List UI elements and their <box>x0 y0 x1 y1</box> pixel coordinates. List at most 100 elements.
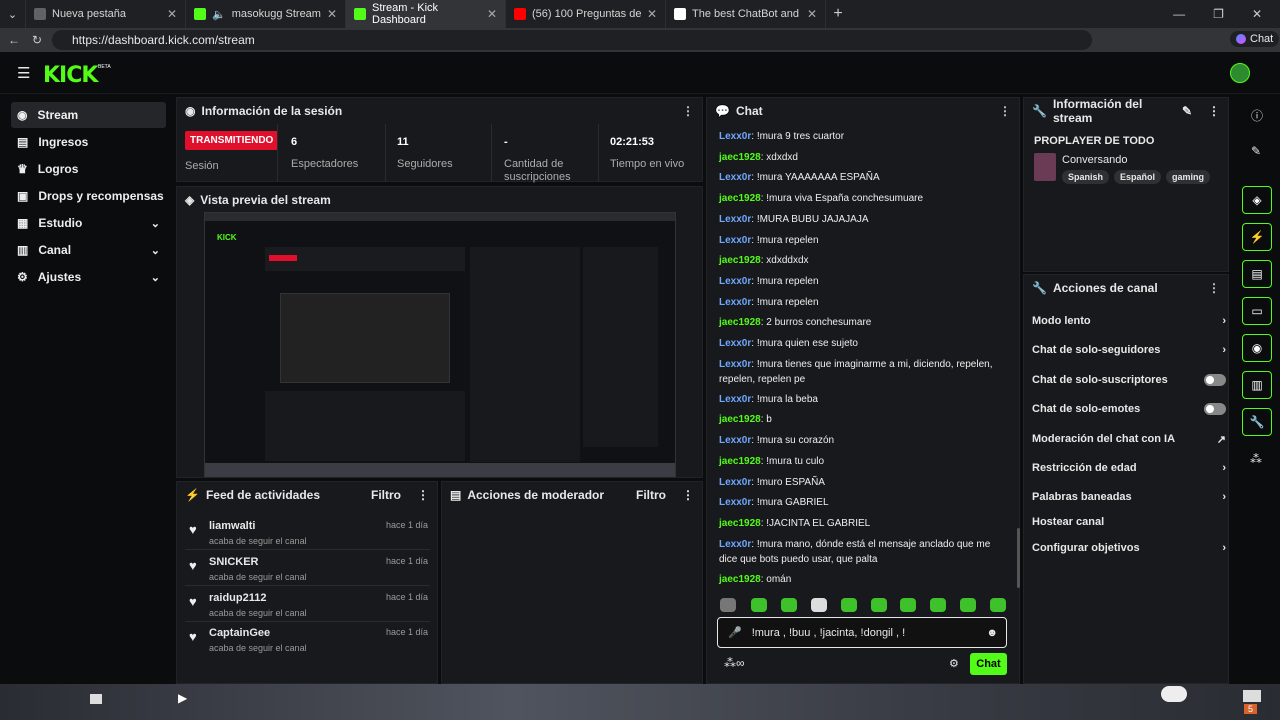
stream-category[interactable]: Conversando <box>1062 154 1127 166</box>
stream-tag[interactable]: gaming <box>1166 170 1211 184</box>
mute-icon[interactable]: 🔈 <box>212 8 226 21</box>
more-options-icon[interactable]: ⋮ <box>682 488 694 502</box>
more-options-icon[interactable]: ⋮ <box>1208 281 1220 295</box>
close-window-icon[interactable]: ✕ <box>1252 7 1262 21</box>
feed-user[interactable]: SNICKER <box>209 556 259 568</box>
action-host-channel[interactable]: Hostear canal <box>1032 511 1226 533</box>
action-banned-words[interactable]: Palabras baneadas › <box>1032 486 1226 508</box>
sidebar-item-drops[interactable]: ▣ Drops y recompensas <box>11 183 166 209</box>
new-tab-icon[interactable]: + <box>826 5 850 23</box>
close-tab-icon[interactable]: ✕ <box>167 7 177 21</box>
tools-widget-button[interactable]: 🔧 <box>1242 408 1272 436</box>
chat-username[interactable]: jaec1928 <box>719 152 761 163</box>
chat-username[interactable]: Lexx0r <box>719 497 751 508</box>
sidebar-item-ajustes[interactable]: ⚙ Ajustes ⌄ <box>11 264 166 290</box>
action-age-restriction[interactable]: Restricción de edad › <box>1032 457 1226 479</box>
emote-icon[interactable] <box>781 598 797 612</box>
back-icon[interactable]: ← <box>8 33 20 47</box>
mod-filter-button[interactable]: Filtro <box>636 488 666 502</box>
action-configure-goals[interactable]: Configurar objetivos › <box>1032 537 1226 559</box>
chat-username[interactable]: Lexx0r <box>719 359 751 370</box>
chat-username[interactable]: jaec1928 <box>719 518 761 529</box>
sidebar-item-logros[interactable]: ♛ Logros <box>11 156 166 182</box>
chat-username[interactable]: jaec1928 <box>719 574 761 585</box>
url-field[interactable]: https://dashboard.kick.com/stream <box>52 30 1092 50</box>
reload-icon[interactable]: ↻ <box>32 33 42 47</box>
chat-username[interactable]: Lexx0r <box>719 235 751 246</box>
chat-username[interactable]: Lexx0r <box>719 477 751 488</box>
emote-icon[interactable] <box>900 598 916 612</box>
emote-icon[interactable] <box>751 598 767 612</box>
maximize-icon[interactable]: ❐ <box>1213 7 1224 21</box>
close-tab-icon[interactable]: ✕ <box>487 7 497 21</box>
chat-username[interactable]: jaec1928 <box>719 317 761 328</box>
stream-tag[interactable]: Spanish <box>1062 170 1110 184</box>
more-options-icon[interactable]: ⋮ <box>999 104 1011 118</box>
action-ai-moderation[interactable]: Moderación del chat con IA ↗ <box>1032 428 1226 450</box>
more-options-icon[interactable]: ⋮ <box>1208 104 1220 118</box>
chat-username[interactable]: Lexx0r <box>719 539 751 550</box>
edit-icon[interactable]: ✎ <box>1182 104 1192 118</box>
broadcast-widget-button[interactable]: ◉ <box>1242 334 1272 362</box>
more-options-icon[interactable]: ⋮ <box>417 488 429 502</box>
camera-widget-button[interactable]: ◈ <box>1242 186 1272 214</box>
notes-widget-button[interactable]: ▤ <box>1242 260 1272 288</box>
chat-username[interactable]: Lexx0r <box>719 172 751 183</box>
browser-tab[interactable]: Nueva pestaña ✕ <box>26 0 186 28</box>
microphone-icon[interactable]: 🎤 <box>728 626 742 639</box>
emote-icon[interactable] <box>990 598 1006 612</box>
chat-settings-icon[interactable]: ⚙ <box>949 657 959 670</box>
sidebar-item-canal[interactable]: ▥ Canal ⌄ <box>11 237 166 263</box>
chat-username[interactable]: Lexx0r <box>719 297 751 308</box>
sidebar-item-ingresos[interactable]: ▤ Ingresos <box>11 129 166 155</box>
stream-tag[interactable]: Español <box>1114 170 1162 184</box>
bolt-widget-button[interactable]: ⚡ <box>1242 223 1272 251</box>
feed-filter-button[interactable]: Filtro <box>371 488 401 502</box>
browser-tab[interactable]: 🔈 masokugg Stream - Watch Liv ✕ <box>186 0 346 28</box>
chat-scrollbar[interactable] <box>1017 528 1020 588</box>
browser-tab-active[interactable]: Stream - Kick Dashboard ✕ <box>346 0 506 28</box>
taskbar-app-icon[interactable] <box>90 694 102 704</box>
chat-tools-icon[interactable]: ⁂∞ <box>724 656 745 670</box>
feed-user[interactable]: raidup2112 <box>209 592 266 604</box>
feed-user[interactable]: liamwalti <box>209 520 255 532</box>
chat-widget-button[interactable]: ▭ <box>1242 297 1272 325</box>
browser-tab[interactable]: The best ChatBot and Widgets for ✕ <box>666 0 826 28</box>
hamburger-menu-icon[interactable]: ☰ <box>17 64 30 82</box>
action-slow-mode[interactable]: Modo lento › <box>1032 310 1226 332</box>
subscribers-only-toggle[interactable] <box>1204 374 1226 386</box>
send-chat-button[interactable]: Chat <box>970 653 1007 675</box>
close-tab-icon[interactable]: ✕ <box>807 7 817 21</box>
category-thumbnail[interactable] <box>1034 153 1056 181</box>
apps-icon[interactable]: ⁂ <box>1250 452 1262 466</box>
emotes-only-toggle[interactable] <box>1204 403 1226 415</box>
taskbar-widget-icon[interactable] <box>1161 686 1187 702</box>
close-tab-icon[interactable]: ✕ <box>647 7 657 21</box>
chat-username[interactable]: jaec1928 <box>719 255 761 266</box>
close-tab-icon[interactable]: ✕ <box>327 7 337 21</box>
minimize-icon[interactable]: — <box>1173 7 1185 21</box>
chat-username[interactable]: Lexx0r <box>719 338 751 349</box>
info-icon[interactable]: ⓘ <box>1251 107 1263 124</box>
play-icon[interactable]: ▶ <box>178 691 187 705</box>
edit-icon[interactable]: ✎ <box>1251 144 1261 158</box>
emote-icon[interactable] <box>720 598 736 612</box>
user-avatar[interactable] <box>1230 63 1250 83</box>
mod-widget-button[interactable]: ▥ <box>1242 371 1272 399</box>
mail-icon[interactable] <box>1243 690 1261 702</box>
chat-username[interactable]: Lexx0r <box>719 394 751 405</box>
chat-username[interactable]: jaec1928 <box>719 456 761 467</box>
chat-username[interactable]: Lexx0r <box>719 131 751 142</box>
emote-icon[interactable] <box>930 598 946 612</box>
emote-icon[interactable] <box>871 598 887 612</box>
chat-username[interactable]: Lexx0r <box>719 214 751 225</box>
sidebar-item-estudio[interactable]: ▦ Estudio ⌄ <box>11 210 166 236</box>
tab-search-button[interactable]: ⌄ <box>0 0 26 28</box>
chat-username[interactable]: jaec1928 <box>719 193 761 204</box>
feed-user[interactable]: CaptainGee <box>209 627 270 639</box>
emote-icon[interactable] <box>960 598 976 612</box>
chat-username[interactable]: Lexx0r <box>719 276 751 287</box>
chat-username[interactable]: jaec1928 <box>719 414 761 425</box>
emote-icon[interactable] <box>841 598 857 612</box>
sidebar-item-stream[interactable]: ◉ Stream <box>11 102 166 128</box>
